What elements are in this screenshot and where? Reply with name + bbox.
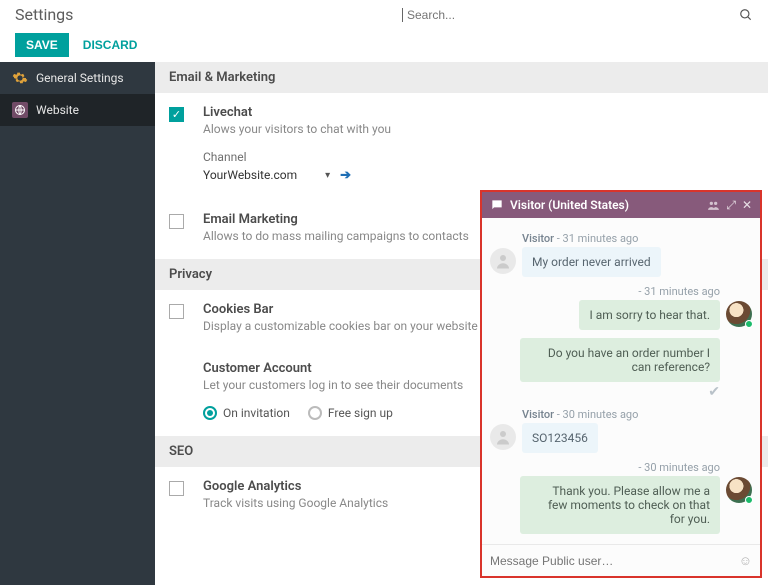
message-bubble: I am sorry to hear that. [579, 300, 720, 330]
presence-indicator [745, 320, 753, 328]
chat-panel: Visitor (United States) ⤢ ✕ Visitor - 31… [480, 190, 762, 578]
message-bubble: My order never arrived [522, 247, 661, 277]
chat-message: - 31 minutes ago I am sorry to hear that. [490, 285, 752, 330]
save-button[interactable]: SAVE [15, 33, 69, 57]
mailing-checkbox[interactable] [169, 214, 184, 229]
read-tick-icon: ✔ [520, 384, 720, 400]
chat-title: Visitor (United States) [510, 198, 701, 212]
message-bubble: SO123456 [522, 423, 598, 453]
chat-icon [490, 198, 504, 212]
chat-message: Visitor - 31 minutes ago My order never a… [490, 232, 752, 277]
chat-message: Do you have an order number I can refere… [490, 338, 752, 400]
chat-header[interactable]: Visitor (United States) ⤢ ✕ [482, 192, 760, 218]
channel-label: Channel [203, 150, 754, 164]
chat-body[interactable]: Visitor - 31 minutes ago My order never a… [482, 218, 760, 544]
radio-icon [308, 406, 322, 420]
agent-avatar [726, 477, 752, 503]
sidebar-item-website[interactable]: Website [0, 94, 155, 126]
livechat-title: Livechat [203, 105, 754, 120]
sidebar-item-label: General Settings [36, 71, 124, 85]
search-icon[interactable] [739, 8, 753, 22]
ga-checkbox[interactable] [169, 481, 184, 496]
message-meta: Visitor - 30 minutes ago [522, 408, 722, 421]
close-icon[interactable]: ✕ [742, 198, 752, 212]
channel-select[interactable]: YourWebsite.com [203, 166, 315, 184]
search-input[interactable] [403, 4, 733, 26]
page-title: Settings [15, 5, 73, 24]
message-bubble: Do you have an order number I can refere… [520, 338, 720, 382]
agent-avatar [726, 301, 752, 327]
visitor-avatar [490, 424, 516, 450]
chat-message: Visitor - 30 minutes ago SO123456 [490, 408, 752, 453]
sidebar-item-general[interactable]: General Settings [0, 62, 155, 94]
visitor-avatar [490, 248, 516, 274]
message-meta: Visitor - 31 minutes ago [522, 232, 722, 245]
globe-icon [12, 102, 28, 118]
setting-livechat: Livechat Alows your visitors to chat wit… [155, 93, 768, 200]
livechat-desc: Alows your visitors to chat with you [203, 122, 754, 136]
chat-input[interactable] [490, 554, 731, 568]
emoji-icon[interactable]: ☺ [739, 553, 752, 569]
channel-arrow-icon[interactable]: ➔ [340, 168, 351, 183]
discard-button[interactable]: DISCARD [79, 33, 142, 57]
livechat-checkbox[interactable] [169, 107, 184, 122]
presence-indicator [745, 496, 753, 504]
cookies-checkbox[interactable] [169, 304, 184, 319]
sidebar-item-label: Website [36, 103, 79, 117]
message-meta: - 31 minutes ago [520, 285, 720, 298]
expand-icon[interactable]: ⤢ [726, 198, 736, 213]
chat-message: - 30 minutes ago Thank you. Please allow … [490, 461, 752, 534]
users-icon[interactable] [707, 199, 720, 212]
radio-on-invitation[interactable]: On invitation [203, 406, 290, 420]
sidebar: General Settings Website [0, 62, 155, 585]
radio-icon [203, 406, 217, 420]
gear-icon [12, 70, 28, 86]
caret-down-icon[interactable]: ▾ [325, 170, 330, 181]
radio-free-signup[interactable]: Free sign up [308, 406, 393, 420]
message-bubble: Thank you. Please allow me a few moments… [520, 476, 720, 534]
section-header-email: Email & Marketing [155, 62, 768, 93]
message-meta: - 30 minutes ago [520, 461, 720, 474]
